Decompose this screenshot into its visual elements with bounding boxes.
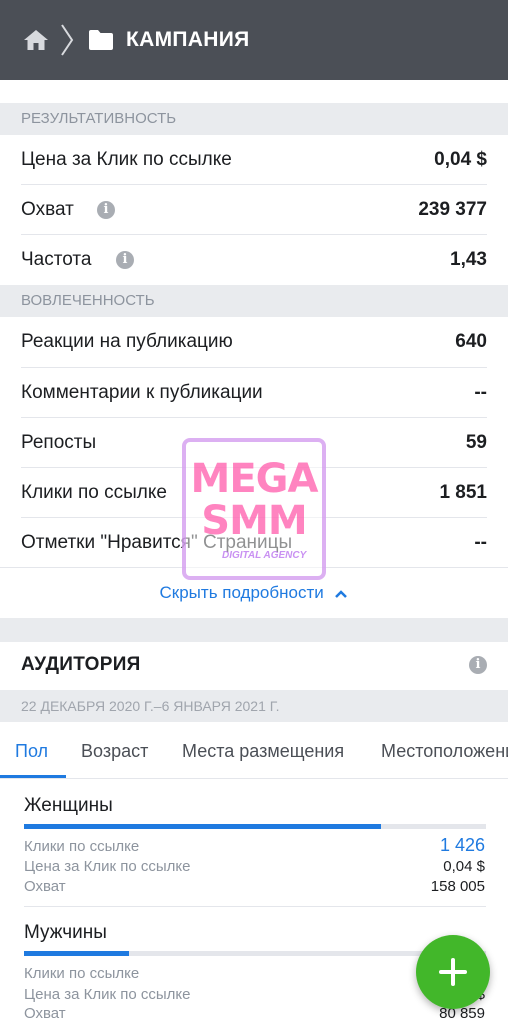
share-bar-women — [24, 824, 486, 829]
group-title-women: Женщины — [24, 795, 113, 816]
stat-value: 158 005 — [430, 878, 485, 895]
stat-label: Клики по ссылке — [24, 965, 140, 982]
watermark-text: SMM — [201, 498, 307, 544]
metric-value: 0,04 $ — [434, 149, 487, 170]
stat-value: 0,04 $ — [443, 858, 485, 875]
share-bar-fill — [24, 951, 130, 956]
metric-row-reactions: Реакции на публикацию 640 — [0, 317, 508, 367]
watermark-logo: MEGA SMM DIGITAL AGENCY — [182, 438, 326, 580]
tab-location[interactable]: Местоположение — [381, 722, 508, 778]
metric-value: 1 851 — [439, 482, 487, 503]
metric-label: Клики по ссылке — [21, 482, 167, 503]
section-header-performance: РЕЗУЛЬТАТИВНОСТЬ — [0, 103, 508, 135]
metric-label: Охват — [21, 199, 74, 220]
add-button[interactable] — [416, 935, 490, 1009]
metric-value: -- — [474, 532, 487, 553]
hide-details-label: Скрыть подробности — [159, 583, 324, 602]
chevron-right-icon — [60, 23, 74, 57]
metric-row-comments: Комментарии к публикации -- — [0, 368, 508, 418]
audience-title: АУДИТОРИЯ — [21, 654, 141, 675]
metric-label: Реакции на публикацию — [21, 331, 233, 352]
metric-value: 239 377 — [418, 199, 487, 220]
stat-label: Охват — [24, 878, 66, 895]
info-icon[interactable]: i — [116, 251, 134, 269]
share-bar-fill — [24, 824, 381, 829]
audience-tabs: Пол Возраст Места размещения Местоположе… — [0, 722, 508, 779]
metric-value: 640 — [455, 331, 487, 352]
chevron-up-icon — [335, 589, 348, 598]
active-tab-indicator — [0, 775, 66, 778]
metric-label: Репосты — [21, 432, 97, 453]
tab-age[interactable]: Возраст — [81, 722, 148, 778]
home-icon[interactable] — [22, 28, 50, 52]
group-title-men: Мужчины — [24, 922, 107, 943]
info-icon[interactable]: i — [97, 201, 115, 219]
date-range: 22 ДЕКАБРЯ 2020 Г.–6 ЯНВАРЯ 2021 Г. — [0, 690, 508, 722]
metric-label: Цена за Клик по ссылке — [21, 149, 232, 170]
metric-value: -- — [474, 382, 487, 403]
stat-label: Цена за Клик по ссылке — [24, 858, 191, 875]
stat-label: Цена за Клик по ссылке — [24, 986, 191, 1003]
stat-value: 1 426 — [439, 835, 485, 855]
metric-row-cpc: Цена за Клик по ссылке 0,04 $ — [0, 135, 508, 185]
stat-label: Клики по ссылке — [24, 838, 140, 855]
tab-placements[interactable]: Места размещения — [182, 722, 344, 778]
page-title: КАМПАНИЯ — [126, 28, 250, 51]
info-icon[interactable]: i — [469, 656, 487, 674]
metric-value: 1,43 — [450, 249, 487, 270]
stat-label: Охват — [24, 1005, 66, 1022]
section-header-engagement: ВОВЛЕЧЕННОСТЬ — [0, 285, 508, 317]
watermark-text: DIGITAL AGENCY — [222, 550, 307, 561]
divider — [24, 906, 486, 907]
tab-gender[interactable]: Пол — [15, 722, 48, 778]
folder-icon — [88, 29, 114, 51]
top-bar: КАМПАНИЯ — [0, 0, 508, 80]
metric-label: Частота — [21, 249, 92, 270]
share-bar-men — [24, 951, 486, 956]
plus-icon — [451, 958, 455, 986]
metric-label: Комментарии к публикации — [21, 382, 263, 403]
section-gap — [0, 618, 508, 642]
watermark-text: MEGA — [190, 456, 319, 502]
metric-value: 59 — [465, 432, 487, 453]
metric-row-reach: Охват i 239 377 — [0, 185, 508, 235]
metric-row-frequency: Частота i 1,43 — [0, 235, 508, 285]
